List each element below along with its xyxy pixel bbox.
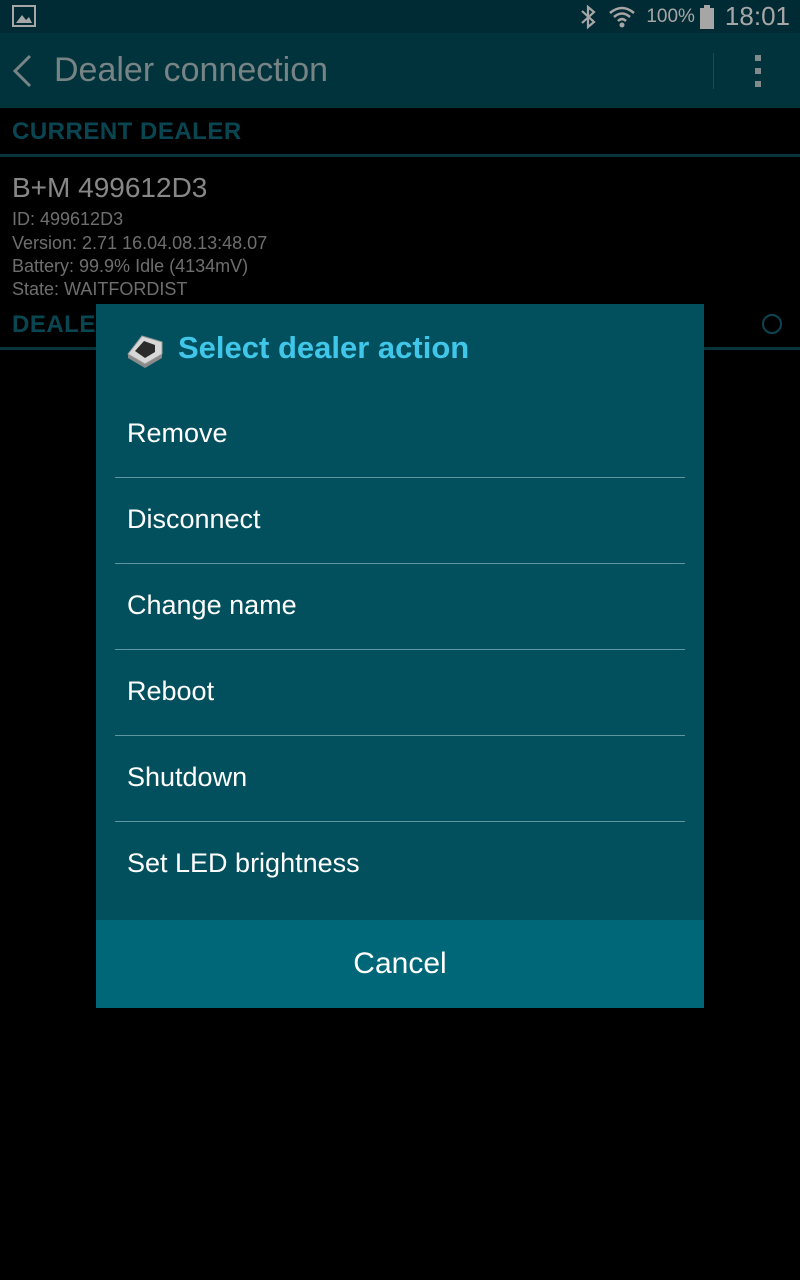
action-change-name[interactable]: Change name xyxy=(115,564,685,650)
cancel-button[interactable]: Cancel xyxy=(96,920,704,1008)
select-dealer-action-dialog: Select dealer action Remove Disconnect C… xyxy=(96,304,704,1008)
dealer-device-icon xyxy=(127,335,163,368)
action-shutdown[interactable]: Shutdown xyxy=(115,736,685,822)
action-remove[interactable]: Remove xyxy=(115,392,685,478)
dialog-title: Select dealer action xyxy=(178,330,470,365)
action-set-led-brightness[interactable]: Set LED brightness xyxy=(115,822,685,908)
action-disconnect[interactable]: Disconnect xyxy=(115,478,685,564)
action-reboot[interactable]: Reboot xyxy=(115,650,685,736)
